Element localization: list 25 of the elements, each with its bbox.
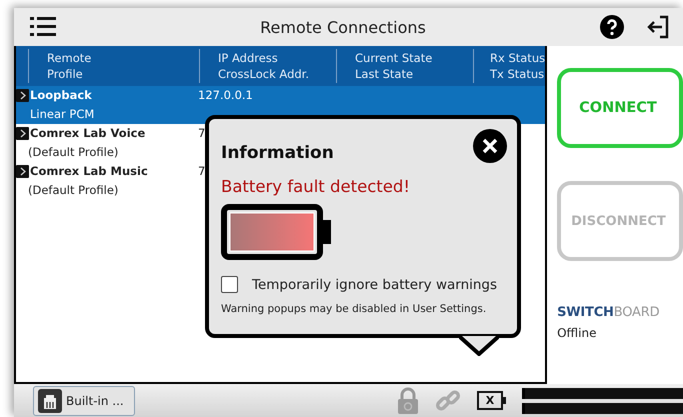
column-header: Rx Status [490, 50, 546, 66]
profile-type: (Default Profile) [27, 182, 118, 199]
ip-address: 127.0.0.1 [198, 88, 253, 102]
battery-status-icon: X [477, 391, 506, 410]
note-text: Warning popups may be disabled in User Settings. [221, 303, 488, 315]
profile-name: Comrex Lab Voice [30, 126, 146, 140]
window-title: Remote Connections [259, 18, 427, 36]
profile-type: (Default Profile) [27, 144, 118, 161]
connection-status: Offline [557, 326, 596, 340]
checkbox-label: Temporarily ignore battery warnings [252, 276, 498, 292]
column-header: Last State [355, 66, 414, 82]
column-header: Profile [47, 66, 83, 82]
dialog-title: Information [221, 143, 334, 163]
ip-address: 7 [198, 126, 206, 140]
profile-type: Linear PCM [29, 106, 94, 123]
ip-address: 7 [198, 164, 206, 178]
error-message: Battery fault detected! [221, 177, 412, 196]
profile-name: Comrex Lab Music [30, 164, 149, 178]
profile-name: Loopback [30, 88, 93, 102]
column-header: IP Address [218, 50, 278, 66]
column-header: Remote [47, 50, 92, 66]
logo: SWITCHBOARD [557, 305, 660, 320]
column-header: CrossLock Addr. [218, 66, 309, 82]
column-header: Tx Status [490, 66, 544, 82]
column-header: Current State [355, 50, 432, 66]
